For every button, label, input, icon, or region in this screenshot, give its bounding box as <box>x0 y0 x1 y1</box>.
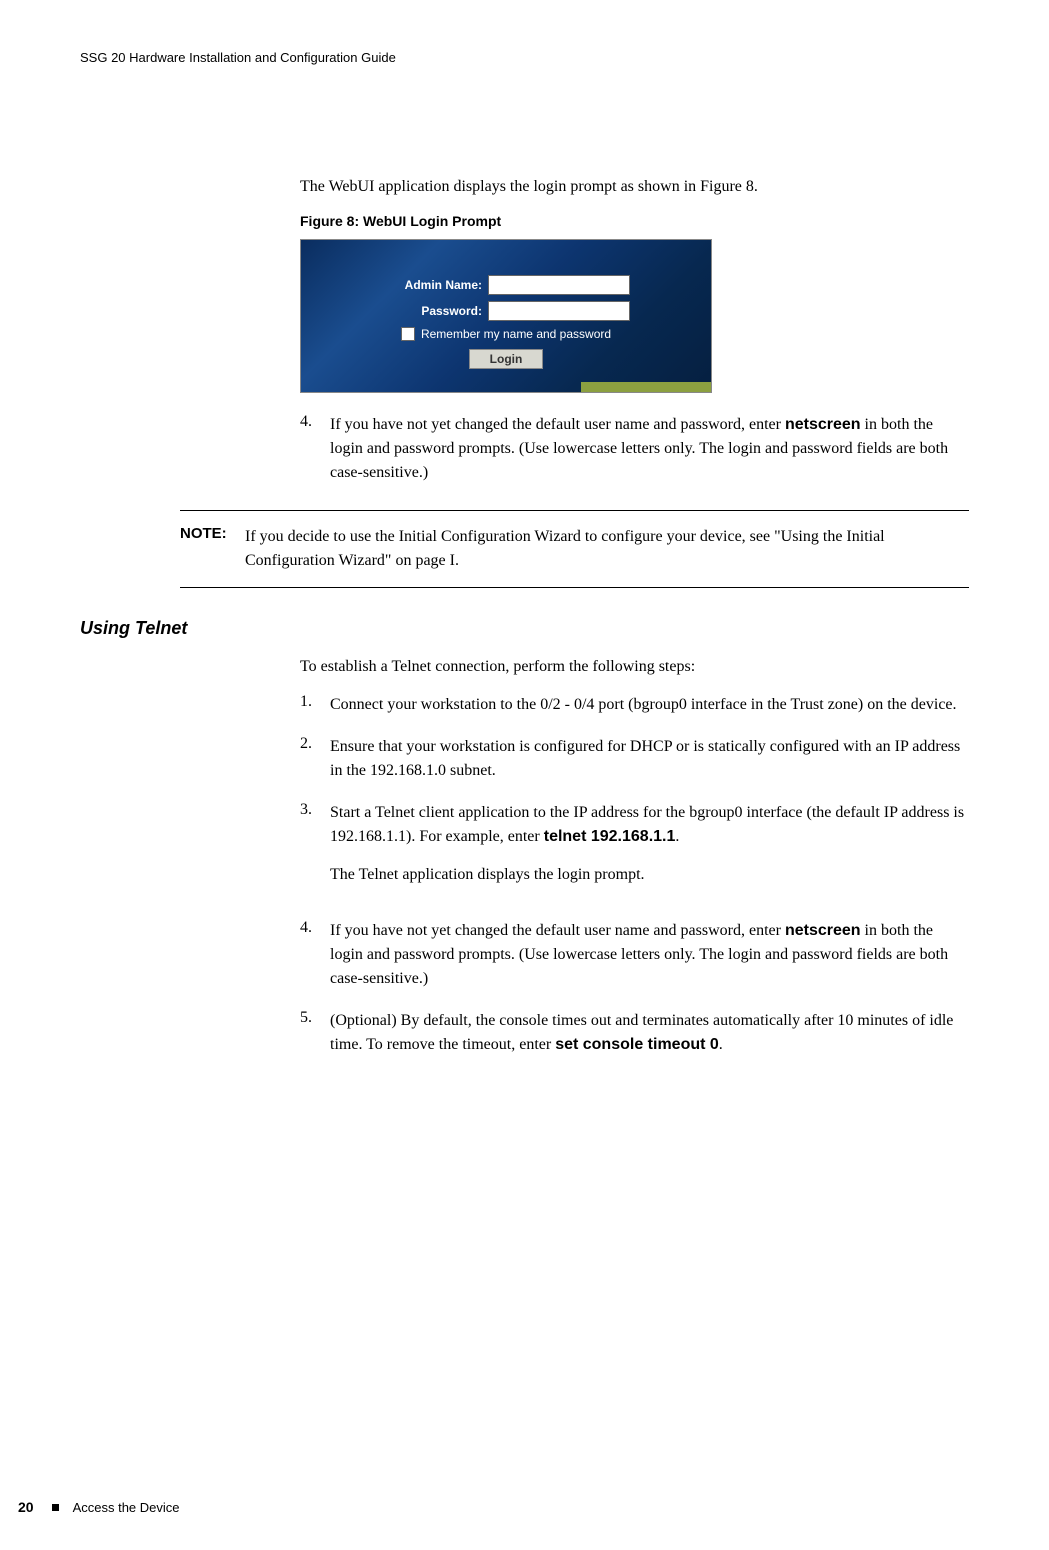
step-body: Start a Telnet client application to the… <box>330 801 969 901</box>
note-block: NOTE: If you decide to use the Initial C… <box>180 510 969 588</box>
remember-label: Remember my name and password <box>421 327 611 341</box>
step-body: Connect your workstation to the 0/2 - 0/… <box>330 693 957 717</box>
decorative-bar <box>581 382 711 392</box>
step-number: 4. <box>300 413 330 485</box>
intro-text: The WebUI application displays the login… <box>300 175 969 199</box>
section-heading: Using Telnet <box>80 618 969 639</box>
telnet-intro: To establish a Telnet connection, perfor… <box>300 655 969 679</box>
step-number: 4. <box>300 919 330 991</box>
password-label: Password: <box>382 304 488 318</box>
step-body: (Optional) By default, the console times… <box>330 1009 969 1057</box>
remember-checkbox[interactable] <box>401 327 415 341</box>
step-number: 5. <box>300 1009 330 1057</box>
admin-name-input[interactable] <box>488 275 630 295</box>
admin-name-label: Admin Name: <box>382 278 488 292</box>
step-number: 3. <box>300 801 330 901</box>
footer-square-icon <box>52 1504 59 1511</box>
footer-section-title: Access the Device <box>73 1500 180 1515</box>
login-button[interactable]: Login <box>469 349 544 369</box>
sub-paragraph: The Telnet application displays the logi… <box>330 863 969 887</box>
login-prompt-screenshot: Admin Name: Password: Remember my name a… <box>300 239 712 393</box>
step-body: Ensure that your workstation is configur… <box>330 735 969 783</box>
step-body: If you have not yet changed the default … <box>330 413 969 485</box>
note-label: NOTE: <box>180 525 245 573</box>
step-body: If you have not yet changed the default … <box>330 919 969 991</box>
step-number: 1. <box>300 693 330 717</box>
figure-caption: Figure 8: WebUI Login Prompt <box>300 213 969 229</box>
password-input[interactable] <box>488 301 630 321</box>
page-footer: 20 Access the Device <box>18 1499 180 1515</box>
note-body: If you decide to use the Initial Configu… <box>245 525 969 573</box>
step-number: 2. <box>300 735 330 783</box>
page-number: 20 <box>18 1499 34 1515</box>
page-header: SSG 20 Hardware Installation and Configu… <box>80 50 969 65</box>
